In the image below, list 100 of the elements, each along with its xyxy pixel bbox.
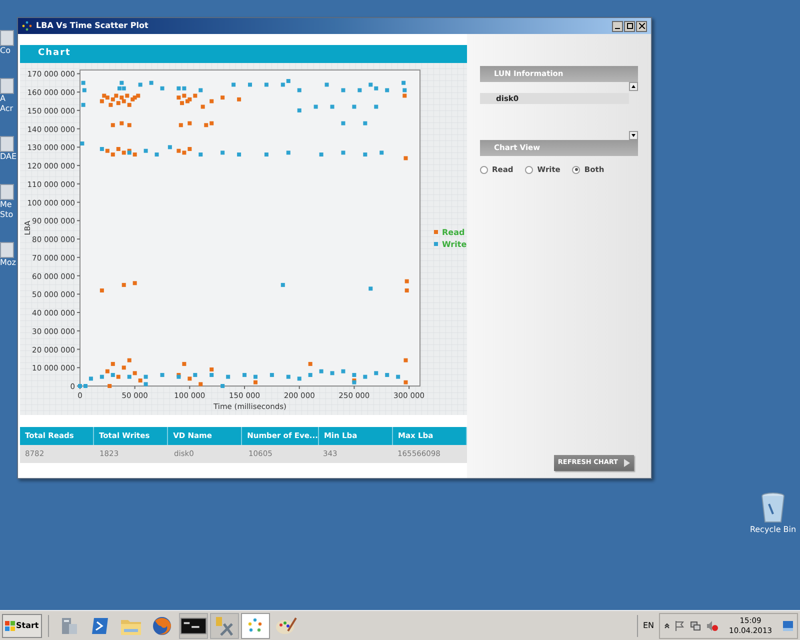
desktop-icon-label[interactable]: Moz [0,258,16,268]
data-point [198,152,203,156]
flag-icon[interactable] [675,620,686,630]
data-point [110,362,115,366]
app-icon [22,21,32,31]
data-point [404,358,408,362]
scroll-up-icon[interactable] [629,82,638,91]
data-point [100,288,104,292]
data-point [108,384,112,388]
scroll-down-icon[interactable] [629,131,638,140]
data-point [138,82,142,87]
data-point [363,121,368,126]
data-point [404,279,409,284]
dots-icon [246,616,264,634]
data-point [168,145,172,150]
data-point [270,372,274,377]
data-point [319,369,324,374]
data-point [314,104,318,109]
shortcut-icon[interactable] [0,242,14,258]
shortcut-icon[interactable] [0,78,14,94]
taskbar-button[interactable] [178,612,208,638]
data-point [341,121,346,126]
data-point [127,358,132,362]
data-point [220,384,225,388]
data-point [297,108,302,112]
data-point [264,152,268,156]
play-icon [624,459,630,467]
data-point [264,82,268,87]
data-point [144,148,148,153]
data-point [341,88,346,92]
data-point [363,152,368,156]
data-point [149,80,154,85]
desktop-icon-label[interactable]: DAE [0,152,17,162]
data-point [286,150,290,155]
data-point [352,104,356,109]
data-point [404,156,408,160]
data-point [237,152,242,156]
close-icon [638,23,644,29]
data-point [308,362,312,366]
data-point [286,374,290,379]
data-point [248,82,252,87]
desktop-icon-label[interactable]: Co [0,46,10,56]
radio-button[interactable] [480,166,488,174]
data-point [404,288,409,292]
start-button[interactable]: Start [2,614,42,638]
data-point [81,80,86,85]
data-point [297,88,302,92]
data-point [358,88,362,92]
globe-icon [151,614,174,636]
data-point [280,282,285,287]
language-indicator[interactable]: EN [638,620,660,632]
data-point [232,82,236,87]
data-point [226,374,230,379]
data-point [178,123,183,128]
scrollbar[interactable] [629,82,638,140]
maximize-button[interactable] [624,20,635,32]
minimize-button[interactable] [612,20,623,32]
radio-button[interactable] [572,166,580,174]
chevron-up-icon[interactable] [664,622,670,628]
legend-label: Read [442,228,465,237]
data-point [132,281,137,286]
recycle-bin-icon[interactable] [760,492,786,524]
desktop-icon-label[interactable]: Recycle Bin [750,524,796,536]
window-title: LBA Vs Time Scatter Plot [36,20,150,32]
desktop-icon-label[interactable]: Me Sto [0,200,14,220]
data-point [330,104,334,109]
data-point [80,142,84,146]
data-point [220,150,225,155]
data-point [210,99,214,104]
data-point [341,369,346,374]
data-point [308,372,312,377]
data-point [330,371,334,376]
close-button[interactable] [636,20,647,32]
data-point [385,88,390,92]
data-point [324,82,329,87]
section-header: Chart [20,45,467,63]
palette-icon [274,614,298,636]
shortcut-icon[interactable] [0,184,14,200]
data-point [82,88,86,92]
data-point [297,376,302,381]
data-point [352,372,356,377]
data-point [188,121,192,126]
data-point [242,372,247,377]
show-desktop-icon[interactable] [783,620,793,630]
network-icon[interactable] [690,620,702,630]
data-point [237,97,242,102]
radio-button[interactable] [525,166,534,174]
data-point [127,123,132,128]
data-point [120,121,124,126]
shortcut-icon[interactable] [0,30,14,46]
desktop-icon-label[interactable]: A Acr [0,94,14,114]
maximize-icon [626,23,632,29]
data-point [198,382,203,386]
speaker-muted-icon[interactable] [706,620,718,630]
data-point [122,366,126,370]
data-point [122,282,126,287]
shortcut-icon[interactable] [0,136,14,152]
data-point [220,96,225,100]
data-point [81,102,86,107]
data-point [385,372,390,377]
